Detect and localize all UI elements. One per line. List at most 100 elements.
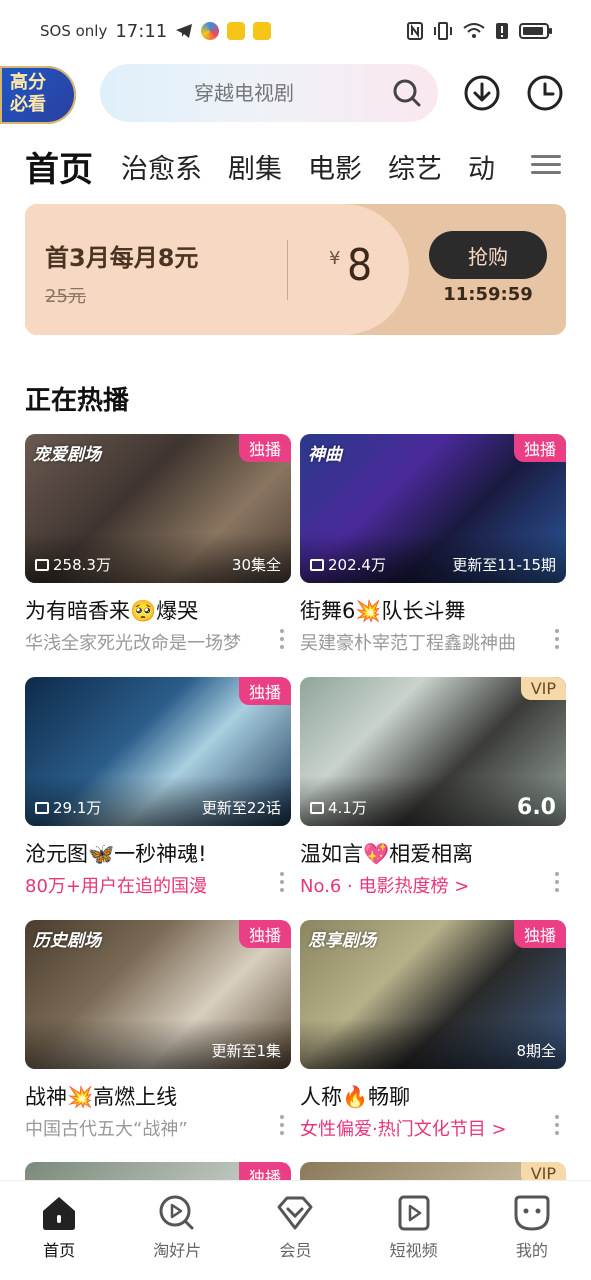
video-title[interactable]: 街舞6💥队长斗舞 (300, 595, 566, 625)
nav-label: 短视频 (389, 1241, 438, 1260)
exclusive-badge: 独播 (238, 434, 291, 462)
telegram-icon (176, 24, 193, 38)
vip-currency: ¥ (329, 248, 341, 269)
video-thumbnail[interactable]: VIP 4.1万 6.0 (300, 677, 566, 826)
app-notification-icon (227, 22, 246, 40)
status-right (407, 22, 553, 40)
video-subtitle: 中国古代五大“战神” (25, 1119, 188, 1140)
more-options-icon[interactable] (554, 1115, 560, 1135)
video-subtitle[interactable]: 女性偏爱·热门文化节目 > (300, 1115, 540, 1141)
status-bar: SOS only 17:11 (0, 0, 591, 62)
section-title: 正在热播 (25, 386, 130, 416)
nav-vip[interactable]: 会员 (245, 1193, 345, 1261)
short-video-icon (398, 1195, 430, 1231)
video-card[interactable]: 独播 29.1万 更新至22话沧元图🦋一秒神魂! 80万+用户在追的国漫 (25, 677, 291, 898)
nav-short-video[interactable]: 短视频 (364, 1193, 464, 1261)
video-title[interactable]: 战神💥高燃上线 (25, 1081, 291, 1111)
more-options-icon[interactable] (554, 629, 560, 649)
nav-discover[interactable]: 淘好片 (127, 1193, 227, 1261)
nav-label: 我的 (515, 1241, 548, 1260)
video-card[interactable]: VIP 4.1万 6.0 温如言💖相爱相离 No.6 · 电影热度榜 > (300, 677, 566, 898)
search-icon[interactable] (392, 78, 422, 108)
countdown-timer: 11:59:59 (443, 284, 533, 305)
video-thumbnail[interactable]: 历史剧场 独播 更新至1集 (25, 920, 291, 1069)
exclusive-badge: 独播 (513, 434, 566, 462)
video-subtitle: 吴建豪朴宰范丁程鑫跳神曲 (300, 633, 516, 654)
brand-label: 历史剧场 (33, 931, 101, 951)
search-input[interactable] (194, 81, 394, 105)
view-count: 202.4万 (310, 554, 386, 575)
video-card[interactable]: 思享剧场 独播 8期全人称🔥畅聊女性偏爱·热门文化节目 > (300, 920, 566, 1141)
tab-healing[interactable]: 治愈系 (121, 148, 202, 192)
episode-progress: 更新至11-15期 (452, 556, 556, 574)
app-notification-icon (201, 22, 220, 40)
promo-badge-line2: 必看 (10, 94, 46, 115)
video-subtitle[interactable]: 80万+用户在追的国漫 (25, 872, 265, 898)
buy-button[interactable]: 抢购 (429, 231, 547, 279)
history-icon[interactable] (526, 74, 564, 112)
menu-icon[interactable] (531, 150, 561, 180)
more-options-icon[interactable] (279, 629, 285, 649)
tab-movie[interactable]: 电影 (308, 148, 362, 192)
video-thumbnail[interactable]: 思享剧场 独播 8期全 (300, 920, 566, 1069)
download-icon[interactable] (463, 74, 501, 112)
video-thumbnail[interactable]: 宠爱剧场 独播 258.3万 30集全 (25, 434, 291, 583)
battery-icon (519, 23, 552, 39)
video-card[interactable]: 历史剧场 独播 更新至1集战神💥高燃上线中国古代五大“战神” (25, 920, 291, 1141)
video-thumbnail[interactable]: 神曲 独播 202.4万 更新至11-15期 (300, 434, 566, 583)
tab-home[interactable]: 首页 (25, 148, 93, 192)
vip-badge: VIP (520, 677, 566, 700)
tab-series[interactable]: 剧集 (228, 148, 282, 192)
view-count: 258.3万 (35, 554, 111, 575)
episode-progress: 30集全 (231, 556, 281, 574)
divider (287, 240, 288, 300)
rating-score: 6.0 (517, 795, 556, 820)
view-count: 29.1万 (35, 797, 101, 818)
exclusive-badge: 独播 (238, 677, 291, 705)
video-subtitle[interactable]: No.6 · 电影热度榜 > (300, 872, 540, 898)
video-title[interactable]: 为有暗香来🥺爆哭 (25, 595, 291, 625)
more-options-icon[interactable] (554, 872, 560, 892)
episode-progress: 更新至22话 (201, 799, 281, 817)
promo-badge[interactable]: 高分 必看 (0, 66, 76, 124)
nav-label: 淘好片 (153, 1241, 202, 1260)
vip-offer-title: 首3月每月8元 (45, 244, 199, 272)
video-card[interactable]: 神曲 独播 202.4万 更新至11-15期街舞6💥队长斗舞吴建豪朴宰范丁程鑫跳神曲 (300, 434, 566, 655)
alert-icon (496, 23, 508, 39)
nav-label: 首页 (43, 1241, 76, 1260)
nav-home[interactable]: 首页 (9, 1193, 109, 1261)
profile-icon (514, 1195, 550, 1231)
category-tabs: 首页 治愈系 剧集 电影 综艺 动 (25, 140, 591, 192)
video-card[interactable]: 宠爱剧场 独播 258.3万 30集全为有暗香来🥺爆哭华浅全家死光改命是一场梦 (25, 434, 291, 655)
comment-icon (310, 558, 324, 571)
nav-profile[interactable]: 我的 (482, 1193, 582, 1261)
brand-label: 宠爱剧场 (33, 445, 101, 465)
view-count-text: 202.4万 (328, 556, 386, 574)
nfc-icon (407, 22, 423, 40)
comment-icon (35, 558, 49, 571)
search-bar[interactable] (100, 64, 438, 122)
promo-badge-line1: 高分 (10, 72, 46, 93)
video-thumbnail[interactable]: 独播 29.1万 更新至22话 (25, 677, 291, 826)
vip-original-price: 25元 (45, 286, 86, 307)
tab-anime[interactable]: 动 (468, 148, 495, 192)
video-title[interactable]: 沧元图🦋一秒神魂! (25, 838, 291, 868)
status-left: SOS only 17:11 (40, 20, 272, 42)
header: 高分 必看 (0, 62, 591, 126)
more-options-icon[interactable] (279, 1115, 285, 1135)
view-count-text: 29.1万 (53, 799, 102, 817)
vibrate-icon (434, 22, 452, 40)
tab-variety[interactable]: 综艺 (388, 148, 442, 192)
video-title[interactable]: 温如言💖相爱相离 (300, 838, 566, 868)
view-count: 4.1万 (310, 797, 367, 818)
vip-promo-banner[interactable]: 首3月每月8元 25元 ¥ 8 抢购 11:59:59 (25, 204, 566, 335)
nav-label: 会员 (279, 1241, 312, 1260)
episode-progress: 更新至1集 (211, 1042, 281, 1060)
carrier-text: SOS only (40, 22, 108, 40)
brand-label: 神曲 (308, 445, 342, 465)
clock: 17:11 (115, 20, 168, 42)
video-subtitle: 华浅全家死光改命是一场梦 (25, 633, 241, 654)
episode-progress: 8期全 (516, 1042, 556, 1060)
more-options-icon[interactable] (279, 872, 285, 892)
video-title[interactable]: 人称🔥畅聊 (300, 1081, 566, 1111)
